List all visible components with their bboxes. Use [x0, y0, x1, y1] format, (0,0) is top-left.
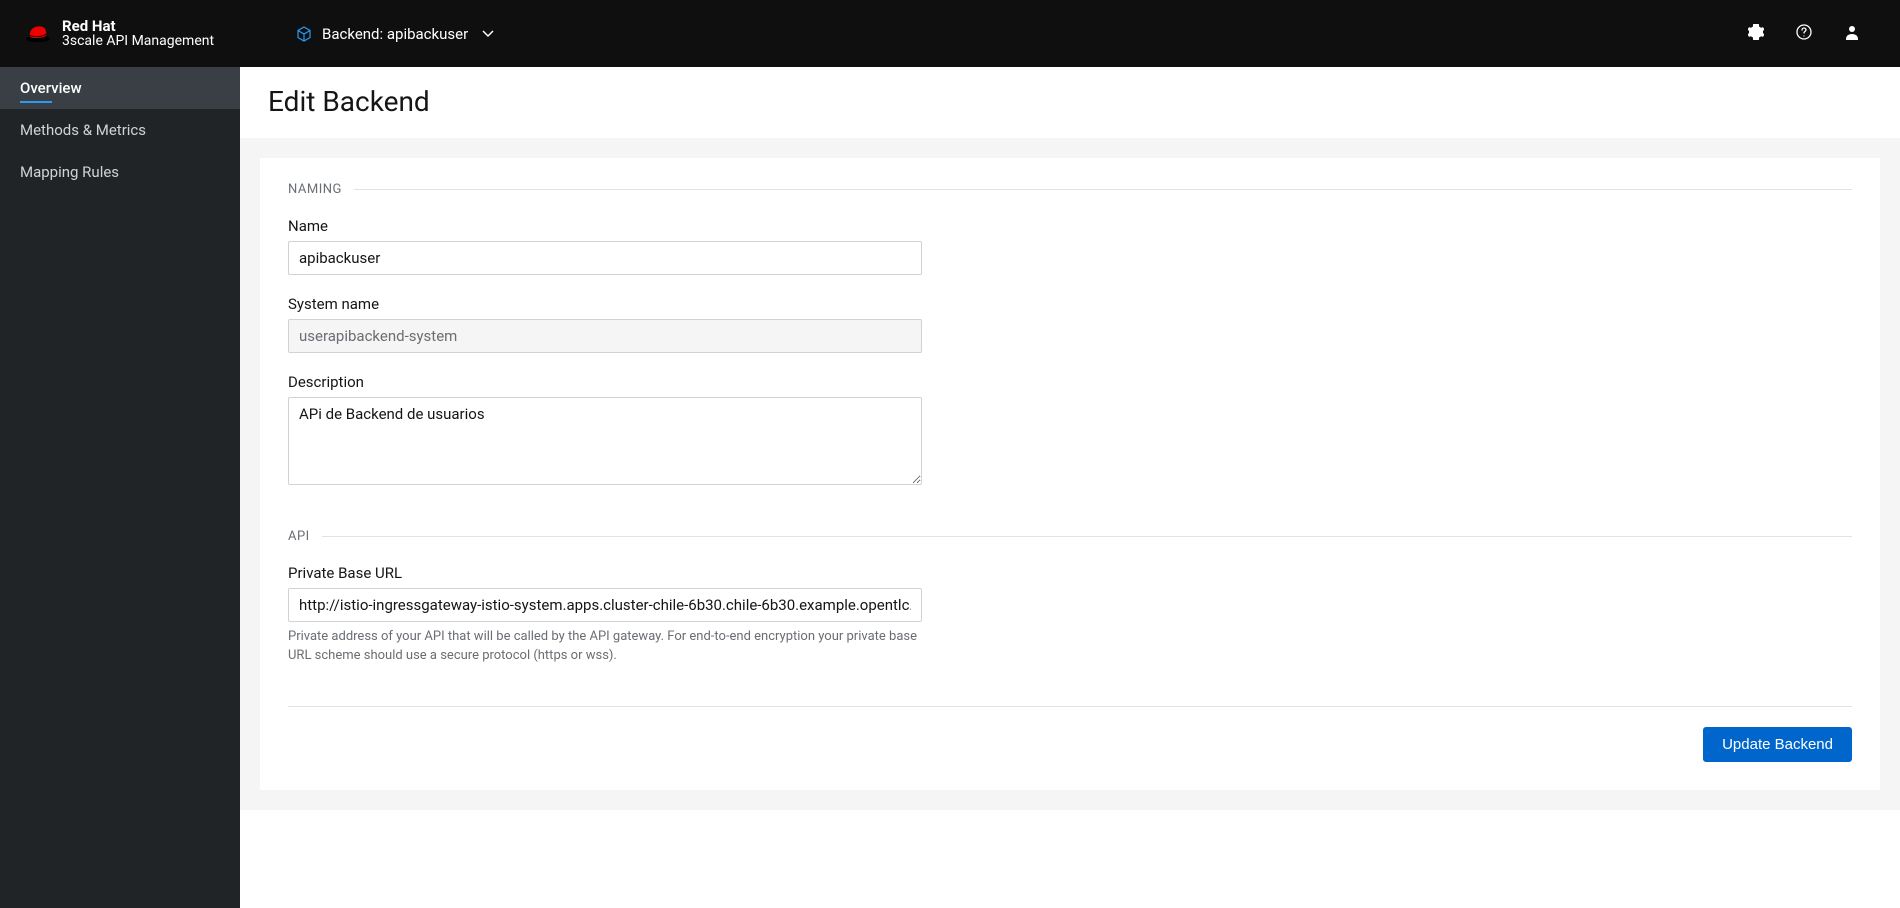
form-actions: Update Backend [288, 727, 1852, 762]
edit-backend-form: NAMING Name System name Description [260, 158, 1880, 790]
brand-logo[interactable]: Red Hat 3scale API Management [24, 18, 264, 50]
context-label: Backend: apibackuser [322, 25, 468, 43]
sidebar-item-label: Overview [20, 79, 82, 97]
sidebar-item-mapping-rules[interactable]: Mapping Rules [0, 151, 240, 193]
divider [322, 536, 1852, 537]
fieldset-legend: NAMING [288, 182, 342, 197]
content-area: Edit Backend NAMING Name System name [240, 67, 1900, 908]
name-input[interactable] [288, 241, 922, 275]
sidebar: Overview Methods & Metrics Mapping Rules [0, 67, 240, 908]
brand-text: Red Hat 3scale API Management [62, 18, 214, 50]
page-header: Edit Backend [240, 67, 1900, 138]
settings-button[interactable] [1732, 10, 1780, 58]
brand-name: Red Hat [62, 18, 214, 35]
description-textarea[interactable] [288, 397, 922, 485]
gear-icon [1748, 24, 1764, 44]
name-label: Name [288, 217, 1852, 235]
sidebar-item-overview[interactable]: Overview [0, 67, 240, 109]
fieldset-api: API Private Base URL Private address of … [288, 529, 1852, 666]
divider [354, 189, 1852, 190]
update-backend-button[interactable]: Update Backend [1703, 727, 1852, 762]
fieldset-legend: API [288, 529, 310, 544]
private-base-url-label: Private Base URL [288, 564, 1852, 582]
private-base-url-help: Private address of your API that will be… [288, 628, 928, 666]
context-switcher[interactable]: Backend: apibackuser [284, 0, 506, 67]
description-label: Description [288, 373, 1852, 391]
help-button[interactable] [1780, 10, 1828, 58]
divider [288, 706, 1852, 707]
backend-cube-icon [296, 26, 312, 42]
product-name: 3scale API Management [62, 34, 214, 49]
private-base-url-input[interactable] [288, 588, 922, 622]
system-name-label: System name [288, 295, 1852, 313]
user-menu-button[interactable] [1828, 10, 1876, 58]
redhat-fedora-icon [24, 23, 52, 43]
sidebar-item-methods-metrics[interactable]: Methods & Metrics [0, 109, 240, 151]
page-title: Edit Backend [268, 85, 1872, 118]
question-circle-icon [1796, 24, 1812, 44]
topbar: Red Hat 3scale API Management Backend: a… [0, 0, 1900, 67]
user-icon [1844, 24, 1860, 44]
fieldset-naming: NAMING Name System name Description [288, 182, 1852, 489]
system-name-input [288, 319, 922, 353]
chevron-down-icon [482, 26, 494, 42]
sidebar-item-label: Mapping Rules [20, 163, 119, 181]
sidebar-item-label: Methods & Metrics [20, 121, 146, 139]
